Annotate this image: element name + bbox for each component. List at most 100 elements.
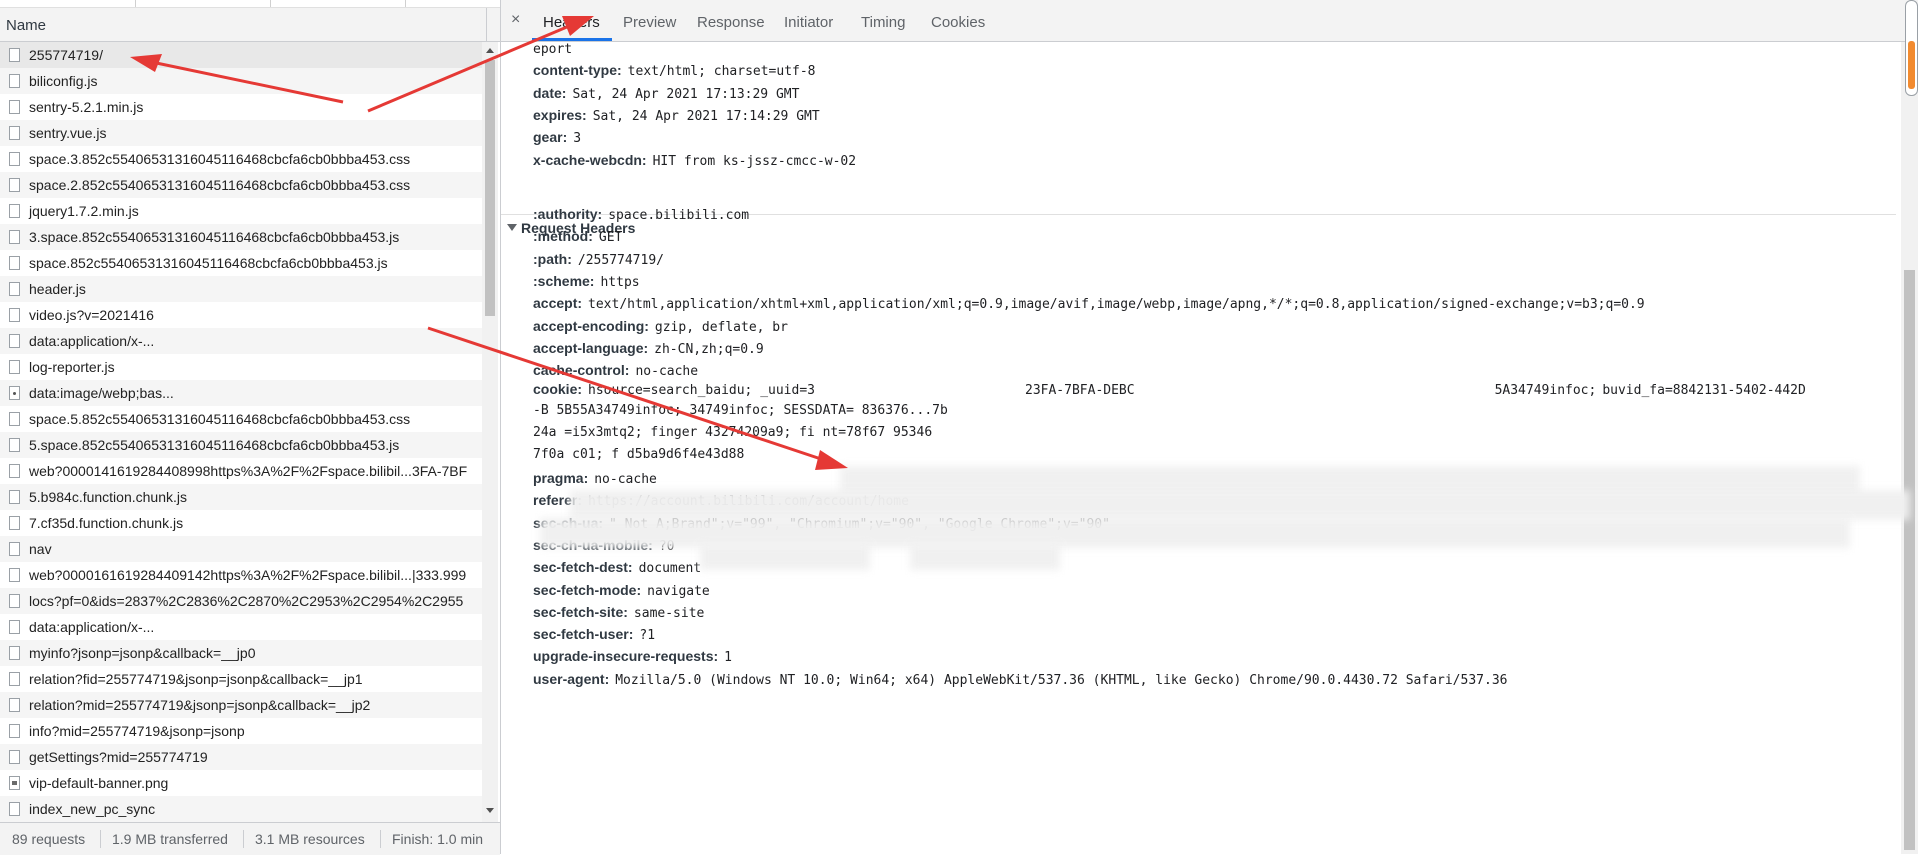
header-row: accept-encoding: gzip, deflate, br — [533, 315, 788, 337]
header-row: referer: https://account.bilibili.com/acc… — [533, 489, 909, 511]
header-name: cookie: — [533, 381, 583, 397]
header-value: /255774719/ — [577, 252, 664, 268]
request-name: relation?fid=255774719&jsonp=jsonp&callb… — [29, 671, 363, 687]
request-row[interactable]: 5.b984c.function.chunk.js — [0, 484, 484, 510]
column-divider[interactable] — [486, 8, 487, 41]
request-name: 5.space.852c5540653131604511646​8cbcfa6c… — [29, 437, 400, 453]
header-row: :authority: space.bilibili.com — [533, 203, 749, 225]
request-name: 3.space.852c5540653131604511646​8cbcfa6c… — [29, 229, 400, 245]
document-icon — [9, 568, 20, 582]
header-row: sec-fetch-user: ?1 — [533, 623, 655, 645]
request-row[interactable]: index_new_pc_sync — [0, 796, 484, 822]
document-icon — [9, 204, 20, 218]
header-value: text/html; charset=utf-8 — [627, 64, 816, 80]
document-icon — [9, 282, 20, 296]
request-name: info?mid=255774719&jsonp=jsonp — [29, 723, 245, 739]
request-row[interactable]: 255774719/ — [0, 42, 484, 68]
header-name: upgrade-insecure-requests: — [533, 648, 719, 665]
header-name: :method: — [533, 228, 593, 245]
header-row: content-type: text/html; charset=utf-8 — [533, 59, 816, 81]
document-icon — [9, 308, 20, 322]
close-icon[interactable]: × — [511, 11, 520, 29]
name-column-header[interactable]: Name — [0, 8, 500, 42]
document-icon — [9, 152, 20, 166]
request-name: 255774719/ — [29, 47, 103, 63]
request-list-scrollbar[interactable] — [482, 42, 498, 822]
cookie-value-line-2: -B 5B55A34749infoc; 34749infoc; SESSDATA… — [533, 403, 948, 418]
header-value: same-site — [633, 605, 705, 621]
document-icon — [9, 74, 20, 88]
request-row[interactable]: myinfo?jsonp=jsonp&callback=__jp0 — [0, 640, 484, 666]
tab-response[interactable]: Response — [697, 14, 765, 31]
document-icon — [9, 750, 20, 764]
request-row[interactable]: relation?mid=255774719&jsonp=jsonp&callb… — [0, 692, 484, 718]
scrollbar-thumb[interactable] — [1904, 270, 1915, 850]
request-row[interactable]: 7.cf35d.function.chunk.js — [0, 510, 484, 536]
request-name: getSettings?mid=255774719 — [29, 749, 208, 765]
scroll-up-arrow-icon[interactable] — [486, 48, 494, 53]
document-icon — [9, 464, 20, 478]
finish-time: Finish: 1.0 min — [392, 831, 484, 847]
request-row[interactable]: space.852c5540653131604511646​8cbcfa6cb0… — [0, 250, 484, 276]
request-row[interactable]: info?mid=255774719&jsonp=jsonp — [0, 718, 484, 744]
details-scrollbar[interactable] — [1901, 42, 1918, 854]
tab-initiator[interactable]: Initiator — [784, 14, 833, 31]
request-row[interactable]: web?000016161928​4409142https%3A%2F%2Fsp… — [0, 562, 484, 588]
header-name: date: — [533, 84, 567, 101]
request-row[interactable]: space.5.852c5540653131604511646​8cbcfa6c… — [0, 406, 484, 432]
request-row[interactable]: getSettings?mid=255774719 — [0, 744, 484, 770]
request-name: web?000014161928​4408998https%3A%2F%2Fsp… — [29, 463, 468, 479]
header-value: Sat, 24 Apr 2021 17:14:29 GMT — [592, 108, 820, 124]
request-row[interactable]: relation?fid=255774719&jsonp=jsonp&callb… — [0, 666, 484, 692]
request-name: nav — [29, 541, 52, 557]
header-value: HIT from ks-jssz-cmcc-w-02 — [652, 153, 857, 169]
header-value: space.bilibili.com — [608, 208, 750, 223]
request-row[interactable]: data:application/x-... — [0, 328, 484, 354]
tab-headers[interactable]: Headers — [543, 14, 600, 31]
request-row[interactable]: 3.space.852c5540653131604511646​8cbcfa6c… — [0, 224, 484, 250]
dot-icon — [9, 386, 20, 400]
request-name: 5.b984c.function.chunk.js — [29, 489, 187, 505]
request-row[interactable]: header.js — [0, 276, 484, 302]
request-name: myinfo?jsonp=jsonp&callback=__jp0 — [29, 645, 256, 661]
header-row: x-cache-webcdn: HIT from ks-jssz-cmcc-w-0… — [533, 149, 856, 171]
tab-cookies[interactable]: Cookies — [931, 14, 985, 31]
header-name: sec-fetch-user: — [533, 626, 634, 643]
header-value: ?1 — [639, 628, 656, 644]
tab-timing[interactable]: Timing — [861, 14, 905, 31]
cookie-value-line-3: 24a =i5x3mtq2; finger 43274209a9; fi nt=… — [533, 425, 933, 440]
request-row[interactable]: log-reporter.js — [0, 354, 484, 380]
tab-preview[interactable]: Preview — [623, 14, 676, 31]
request-row[interactable]: 5.space.852c5540653131604511646​8cbcfa6c… — [0, 432, 484, 458]
request-row[interactable]: video.js?v=2021416 — [0, 302, 484, 328]
request-row[interactable]: sentry-5.2.1.min.js — [0, 94, 484, 120]
request-row[interactable]: jquery1.7.2.min.js — [0, 198, 484, 224]
request-row[interactable]: data:application/x-... — [0, 614, 484, 640]
document-icon — [9, 178, 20, 192]
scrollbar-thumb[interactable] — [485, 60, 495, 316]
header-row: gear: 3 — [533, 126, 581, 148]
request-row[interactable]: data:image/webp;bas... — [0, 380, 484, 406]
header-row: sec-fetch-mode: navigate — [533, 579, 710, 601]
request-row[interactable]: nav — [0, 536, 484, 562]
header-row: sec-ch-ua-mobile: ?0 — [533, 534, 674, 556]
request-row[interactable]: space.3.852c5540653131604511646​8cbcfa6c… — [0, 146, 484, 172]
request-row[interactable]: space.2.852c5540653131604511646​8cbcfa6c… — [0, 172, 484, 198]
document-icon — [9, 594, 20, 608]
request-row[interactable]: sentry.vue.js — [0, 120, 484, 146]
request-row[interactable]: web?000014161928​4408998https%3A%2F%2Fsp… — [0, 458, 484, 484]
request-list-panel: Name 255774719/biliconfig.js sentry-5.2.1… — [0, 0, 501, 855]
request-row[interactable]: vip-default-banner.png — [0, 770, 484, 796]
network-summary-bar: 89 requests 1.9 MB transferred 3.1 MB re… — [0, 822, 500, 855]
request-name: space.2.852c5540653131604511646​8cbcfa6c… — [29, 177, 411, 193]
document-icon — [9, 256, 20, 270]
header-value: no-cache — [594, 472, 657, 487]
header-value: document — [638, 561, 702, 577]
resources-size: 3.1 MB resources — [255, 831, 365, 847]
header-name: x-cache-webcdn: — [533, 151, 647, 168]
header-name: expires: — [533, 106, 587, 123]
scroll-down-arrow-icon[interactable] — [486, 808, 494, 813]
active-tab-indicator — [532, 38, 612, 41]
request-row[interactable]: biliconfig.js — [0, 68, 484, 94]
request-row[interactable]: locs?pf=0&ids=2837%2C2836%2C2870%2C2953%… — [0, 588, 484, 614]
